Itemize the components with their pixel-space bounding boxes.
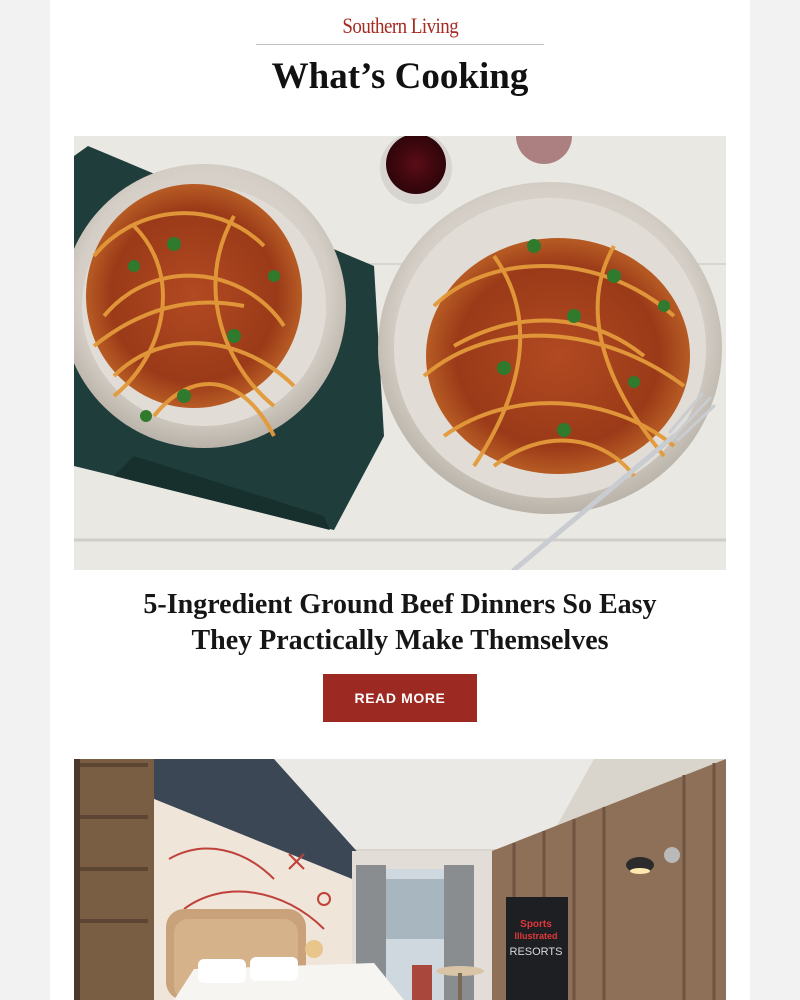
article-hero-image[interactable] (74, 136, 726, 570)
tv-sign-line-1: Sports (520, 919, 552, 930)
headline-line-2: They Practically Make Themselves (191, 625, 609, 656)
tv-sign-line-2: Illustrated (514, 931, 557, 941)
tv-sign-line-3: RESORTS (510, 946, 563, 958)
article-headline[interactable]: 5-Ingredient Ground Beef Dinners So Easy… (74, 587, 726, 659)
masthead: Southern Living (50, 12, 750, 40)
spaghetti-photo-icon (74, 136, 726, 570)
hotel-room-photo-icon: Sports Illustrated RESORTS (74, 759, 726, 1000)
email-body: Southern Living What’s Cooking 5-Ingredi… (50, 0, 750, 1000)
read-more-button[interactable]: READ MORE (323, 674, 477, 722)
section-title: What’s Cooking (271, 56, 529, 97)
brand-logo[interactable]: Southern Living (342, 12, 458, 40)
headline-line-1: 5-Ingredient Ground Beef Dinners So Easy (143, 589, 657, 620)
next-article-image[interactable]: Sports Illustrated RESORTS (74, 759, 726, 1000)
header-divider (256, 44, 544, 45)
